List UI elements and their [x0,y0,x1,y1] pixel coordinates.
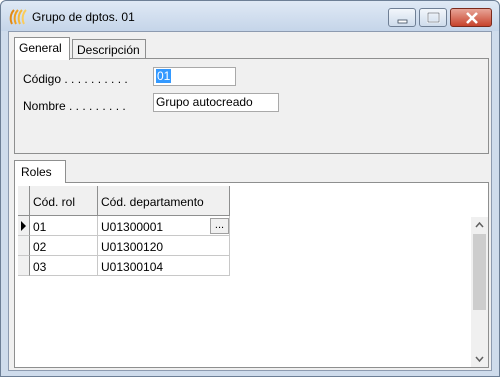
table-cell-rol[interactable]: 03 [30,256,98,276]
client-area: General Descripción Código . . . . . . .… [8,31,492,371]
table-cell-departamento[interactable]: U01300104 [98,256,230,276]
table-cell-departamento[interactable]: U01300120 [98,236,230,256]
app-logo-icon [9,9,27,25]
window: Grupo de dptos. 01 General Descripción C… [0,0,500,377]
tab-roles[interactable]: Roles [14,160,66,183]
window-title: Grupo de dptos. 01 [32,10,135,24]
general-panel: Código . . . . . . . . . . 01 Nombre . .… [14,58,489,154]
row-indicator[interactable] [18,236,30,256]
minimize-icon [397,19,408,24]
nombre-label: Nombre . . . . . . . . . [23,99,126,113]
close-icon [466,12,478,24]
row-indicator[interactable] [18,256,30,276]
scroll-up-icon[interactable] [471,217,488,232]
maximize-icon [426,11,441,24]
maximize-button[interactable] [419,8,447,27]
table-cell-rol[interactable]: 02 [30,236,98,256]
scroll-down-icon[interactable] [471,352,488,367]
nombre-field[interactable]: Grupo autocreado [153,93,279,112]
grid-corner [18,186,30,216]
row-indicator-current[interactable] [18,216,30,236]
current-row-arrow-icon [21,221,26,231]
column-header-departamento[interactable]: Cód. departamento [98,186,230,216]
scroll-thumb[interactable] [473,234,486,310]
roles-grid: Cód. rol Cód. departamento 01 U01300001 … [18,186,468,364]
table-cell-rol[interactable]: 01 [30,216,98,236]
column-header-rol[interactable]: Cód. rol [30,186,98,216]
title-bar[interactable]: Grupo de dptos. 01 [1,1,499,31]
tab-general[interactable]: General [14,37,70,60]
codigo-field[interactable]: 01 [153,67,236,86]
tab-descripcion[interactable]: Descripción [72,39,146,59]
close-button[interactable] [450,8,492,27]
lookup-button[interactable]: ... [210,218,229,234]
codigo-label: Código . . . . . . . . . . [23,72,128,86]
roles-panel: Cód. rol Cód. departamento 01 U01300001 … [14,182,489,368]
vertical-scrollbar[interactable] [471,217,488,367]
codigo-value: 01 [156,69,172,83]
minimize-button[interactable] [388,8,416,27]
